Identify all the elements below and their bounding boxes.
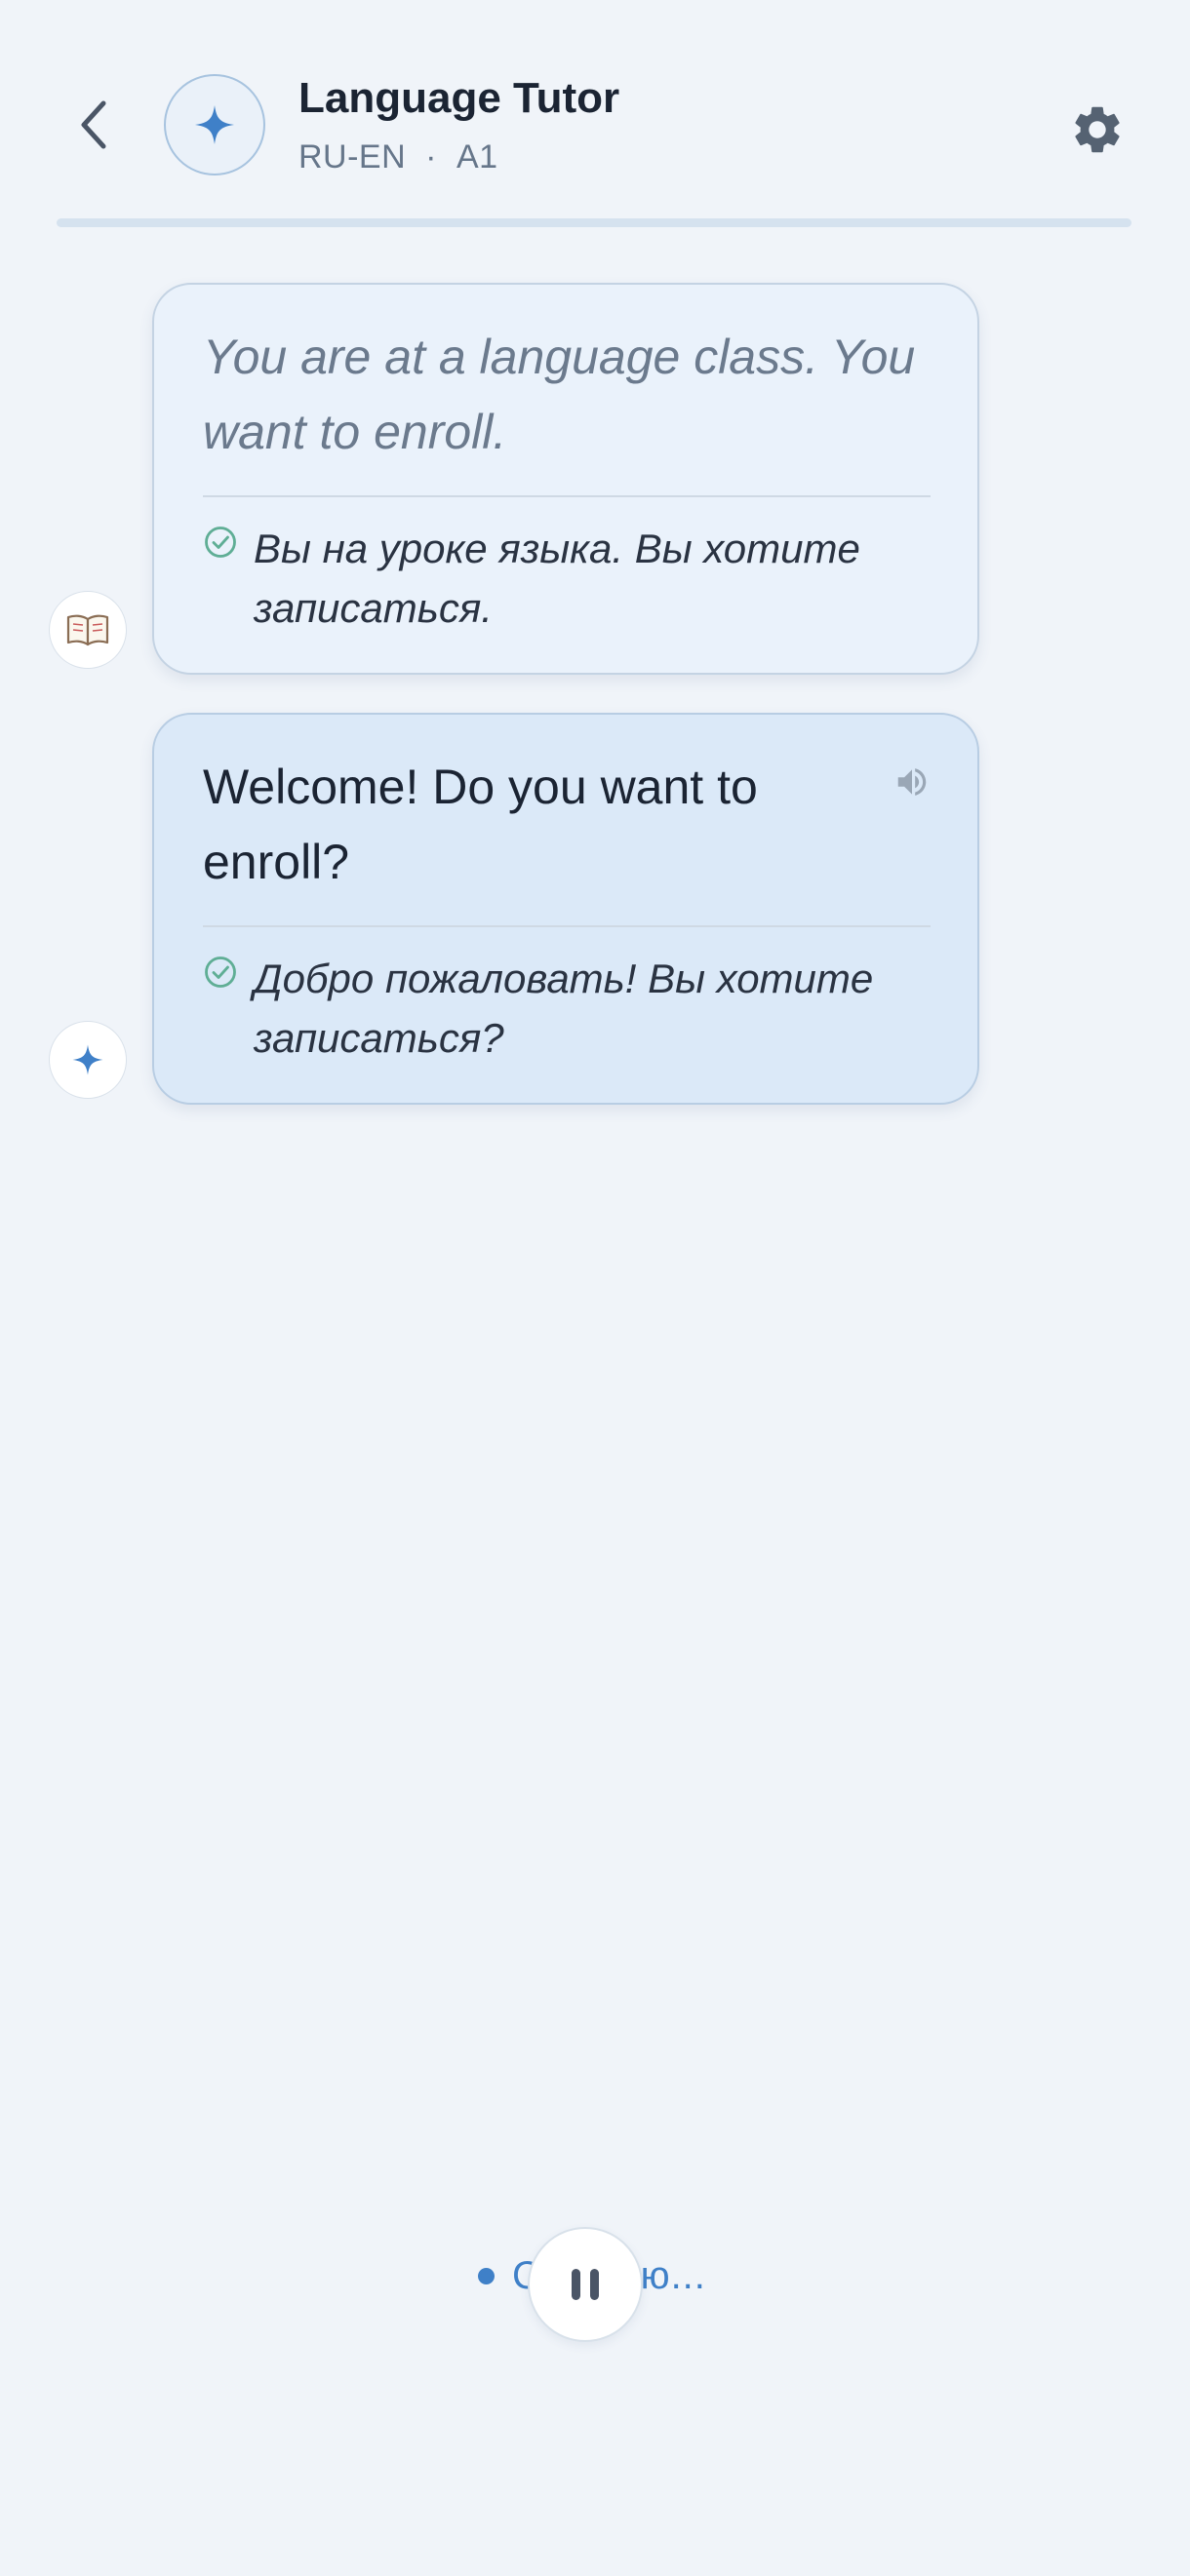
sparkle-icon [72, 1044, 103, 1075]
check-circle-icon [205, 956, 236, 988]
gear-icon [1075, 106, 1120, 153]
context-avatar [49, 591, 127, 669]
translation-text: Добро пожаловать! Вы хотите записаться? [254, 956, 874, 1061]
chevron-left-icon [81, 100, 106, 149]
check-circle-icon [205, 527, 236, 558]
tutor-message-avatar [49, 1021, 127, 1099]
translation-text: Вы на уроке языка. Вы хотите записаться. [254, 526, 860, 631]
sparkle-icon [195, 105, 234, 144]
pause-button[interactable] [528, 2227, 643, 2342]
separator: · [425, 138, 437, 176]
tutor-avatar [164, 74, 265, 176]
back-button[interactable] [59, 90, 129, 160]
page-title: Language Tutor [298, 74, 620, 122]
open-book-icon [66, 614, 109, 646]
pause-icon [572, 2269, 599, 2300]
tutor-message: Welcome! Do you want to enroll? Добро по… [152, 713, 979, 1105]
lesson-progress-bar [57, 218, 1131, 227]
message-divider [203, 495, 931, 497]
message-text: Welcome! Do you want to enroll? [203, 760, 758, 889]
recording-dot [478, 2268, 495, 2284]
language-pair: RU-EN [298, 138, 407, 176]
message-divider [203, 925, 931, 927]
speaker-icon[interactable] [893, 763, 931, 800]
settings-button[interactable] [1059, 92, 1135, 168]
level-badge: A1 [456, 138, 498, 176]
session-info: RU-EN · A1 [298, 138, 498, 176]
message-text: You are at a language class. You want to… [203, 330, 916, 459]
scenario-message: You are at a language class. You want to… [152, 283, 979, 675]
